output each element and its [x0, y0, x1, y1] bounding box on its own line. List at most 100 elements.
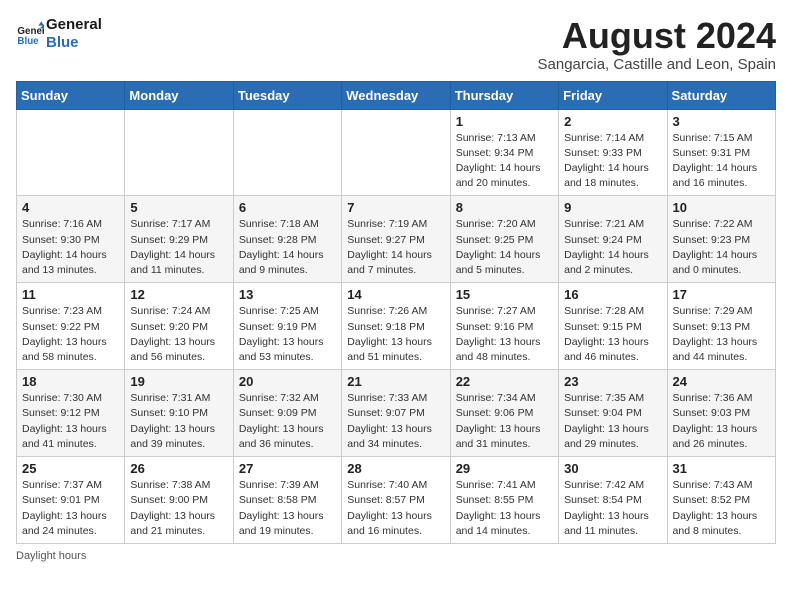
day-info: Sunrise: 7:42 AM Sunset: 8:54 PM Dayligh… — [564, 478, 661, 539]
calendar-cell: 29 Sunrise: 7:41 AM Sunset: 8:55 PM Dayli… — [450, 457, 558, 544]
day-number: 10 — [673, 200, 770, 215]
day-info: Sunrise: 7:40 AM Sunset: 8:57 PM Dayligh… — [347, 478, 444, 539]
calendar-cell: 3 Sunrise: 7:15 AM Sunset: 9:31 PM Daylig… — [667, 109, 775, 196]
day-info: Sunrise: 7:31 AM Sunset: 9:10 PM Dayligh… — [130, 391, 227, 452]
calendar-cell: 15 Sunrise: 7:27 AM Sunset: 9:16 PM Dayli… — [450, 283, 558, 370]
day-number: 2 — [564, 114, 661, 129]
day-info: Sunrise: 7:27 AM Sunset: 9:16 PM Dayligh… — [456, 304, 553, 365]
calendar-cell: 7Sunrise: 7:19 AM Sunset: 9:27 PM Daylig… — [342, 196, 450, 283]
month-year-title: August 2024 — [538, 16, 777, 56]
day-info: Sunrise: 7:37 AM Sunset: 9:01 PM Dayligh… — [22, 478, 119, 539]
weekday-header-friday: Friday — [559, 81, 667, 109]
day-number: 1 — [456, 114, 553, 129]
calendar-week-row: 18 Sunrise: 7:30 AM Sunset: 9:12 PM Dayli… — [17, 370, 776, 457]
day-info: Sunrise: 7:15 AM Sunset: 9:31 PM Dayligh… — [673, 131, 770, 192]
day-number: 20 — [239, 374, 336, 389]
day-number: 13 — [239, 287, 336, 302]
calendar-cell: 21 Sunrise: 7:33 AM Sunset: 9:07 PM Dayli… — [342, 370, 450, 457]
day-info: Sunrise: 7:20 AM Sunset: 9:25 PM Dayligh… — [456, 217, 553, 278]
day-number: 29 — [456, 461, 553, 476]
calendar-cell: 9 Sunrise: 7:21 AM Sunset: 9:24 PM Daylig… — [559, 196, 667, 283]
weekday-header-sunday: Sunday — [17, 81, 125, 109]
day-info: Sunrise: 7:26 AM Sunset: 9:18 PM Dayligh… — [347, 304, 444, 365]
day-info: Sunrise: 7:38 AM Sunset: 9:00 PM Dayligh… — [130, 478, 227, 539]
day-info: Sunrise: 7:16 AM Sunset: 9:30 PM Dayligh… — [22, 217, 119, 278]
day-number: 14 — [347, 287, 444, 302]
day-number: 5 — [130, 200, 227, 215]
calendar-cell: 19 Sunrise: 7:31 AM Sunset: 9:10 PM Dayli… — [125, 370, 233, 457]
calendar-cell: 27 Sunrise: 7:39 AM Sunset: 8:58 PM Dayli… — [233, 457, 341, 544]
day-number: 17 — [673, 287, 770, 302]
location-subtitle: Sangarcia, Castille and Leon, Spain — [538, 56, 777, 73]
calendar-cell — [125, 109, 233, 196]
calendar-cell: 13 Sunrise: 7:25 AM Sunset: 9:19 PM Dayli… — [233, 283, 341, 370]
weekday-header-saturday: Saturday — [667, 81, 775, 109]
calendar-cell: 30 Sunrise: 7:42 AM Sunset: 8:54 PM Dayli… — [559, 457, 667, 544]
calendar-week-row: 25 Sunrise: 7:37 AM Sunset: 9:01 PM Dayli… — [17, 457, 776, 544]
day-info: Sunrise: 7:18 AM Sunset: 9:28 PM Dayligh… — [239, 217, 336, 278]
day-number: 27 — [239, 461, 336, 476]
calendar-header-row: SundayMondayTuesdayWednesdayThursdayFrid… — [17, 81, 776, 109]
calendar-cell: 1Sunrise: 7:13 AM Sunset: 9:34 PM Daylig… — [450, 109, 558, 196]
day-info: Sunrise: 7:22 AM Sunset: 9:23 PM Dayligh… — [673, 217, 770, 278]
day-info: Sunrise: 7:14 AM Sunset: 9:33 PM Dayligh… — [564, 131, 661, 192]
day-info: Sunrise: 7:43 AM Sunset: 8:52 PM Dayligh… — [673, 478, 770, 539]
day-number: 21 — [347, 374, 444, 389]
calendar-cell: 22Sunrise: 7:34 AM Sunset: 9:06 PM Dayli… — [450, 370, 558, 457]
day-info: Sunrise: 7:34 AM Sunset: 9:06 PM Dayligh… — [456, 391, 553, 452]
day-info: Sunrise: 7:33 AM Sunset: 9:07 PM Dayligh… — [347, 391, 444, 452]
day-number: 18 — [22, 374, 119, 389]
calendar-cell: 10 Sunrise: 7:22 AM Sunset: 9:23 PM Dayli… — [667, 196, 775, 283]
calendar-cell: 4 Sunrise: 7:16 AM Sunset: 9:30 PM Daylig… — [17, 196, 125, 283]
day-number: 23 — [564, 374, 661, 389]
calendar-cell: 14 Sunrise: 7:26 AM Sunset: 9:18 PM Dayli… — [342, 283, 450, 370]
day-number: 15 — [456, 287, 553, 302]
day-info: Sunrise: 7:25 AM Sunset: 9:19 PM Dayligh… — [239, 304, 336, 365]
calendar-cell — [233, 109, 341, 196]
calendar-week-row: 11 Sunrise: 7:23 AM Sunset: 9:22 PM Dayli… — [17, 283, 776, 370]
day-number: 4 — [22, 200, 119, 215]
day-number: 25 — [22, 461, 119, 476]
day-number: 3 — [673, 114, 770, 129]
calendar-cell: 25 Sunrise: 7:37 AM Sunset: 9:01 PM Dayli… — [17, 457, 125, 544]
calendar-cell: 17Sunrise: 7:29 AM Sunset: 9:13 PM Dayli… — [667, 283, 775, 370]
day-number: 28 — [347, 461, 444, 476]
daylight-label: Daylight hours — [16, 550, 86, 562]
calendar-cell: 6Sunrise: 7:18 AM Sunset: 9:28 PM Daylig… — [233, 196, 341, 283]
day-number: 31 — [673, 461, 770, 476]
day-info: Sunrise: 7:23 AM Sunset: 9:22 PM Dayligh… — [22, 304, 119, 365]
weekday-header-thursday: Thursday — [450, 81, 558, 109]
calendar-cell: 12Sunrise: 7:24 AM Sunset: 9:20 PM Dayli… — [125, 283, 233, 370]
calendar-cell: 20 Sunrise: 7:32 AM Sunset: 9:09 PM Dayli… — [233, 370, 341, 457]
day-number: 9 — [564, 200, 661, 215]
title-block: August 2024 Sangarcia, Castille and Leon… — [538, 16, 777, 73]
calendar-cell: 2 Sunrise: 7:14 AM Sunset: 9:33 PM Daylig… — [559, 109, 667, 196]
day-number: 26 — [130, 461, 227, 476]
day-number: 12 — [130, 287, 227, 302]
calendar-cell: 31 Sunrise: 7:43 AM Sunset: 8:52 PM Dayli… — [667, 457, 775, 544]
day-info: Sunrise: 7:30 AM Sunset: 9:12 PM Dayligh… — [22, 391, 119, 452]
weekday-header-wednesday: Wednesday — [342, 81, 450, 109]
day-info: Sunrise: 7:41 AM Sunset: 8:55 PM Dayligh… — [456, 478, 553, 539]
svg-text:Blue: Blue — [17, 36, 39, 47]
day-info: Sunrise: 7:39 AM Sunset: 8:58 PM Dayligh… — [239, 478, 336, 539]
footer-note: Daylight hours — [16, 550, 776, 562]
logo: General Blue General Blue — [16, 16, 102, 52]
logo-icon: General Blue — [16, 20, 44, 48]
calendar-cell: 23Sunrise: 7:35 AM Sunset: 9:04 PM Dayli… — [559, 370, 667, 457]
calendar-cell: 16Sunrise: 7:28 AM Sunset: 9:15 PM Dayli… — [559, 283, 667, 370]
day-number: 11 — [22, 287, 119, 302]
day-info: Sunrise: 7:19 AM Sunset: 9:27 PM Dayligh… — [347, 217, 444, 278]
calendar-cell: 28 Sunrise: 7:40 AM Sunset: 8:57 PM Dayli… — [342, 457, 450, 544]
logo-line1: General — [46, 16, 102, 34]
day-info: Sunrise: 7:32 AM Sunset: 9:09 PM Dayligh… — [239, 391, 336, 452]
day-info: Sunrise: 7:21 AM Sunset: 9:24 PM Dayligh… — [564, 217, 661, 278]
day-number: 30 — [564, 461, 661, 476]
day-number: 19 — [130, 374, 227, 389]
day-number: 8 — [456, 200, 553, 215]
day-info: Sunrise: 7:36 AM Sunset: 9:03 PM Dayligh… — [673, 391, 770, 452]
calendar-cell: 8 Sunrise: 7:20 AM Sunset: 9:25 PM Daylig… — [450, 196, 558, 283]
day-number: 24 — [673, 374, 770, 389]
calendar-week-row: 1Sunrise: 7:13 AM Sunset: 9:34 PM Daylig… — [17, 109, 776, 196]
day-number: 16 — [564, 287, 661, 302]
